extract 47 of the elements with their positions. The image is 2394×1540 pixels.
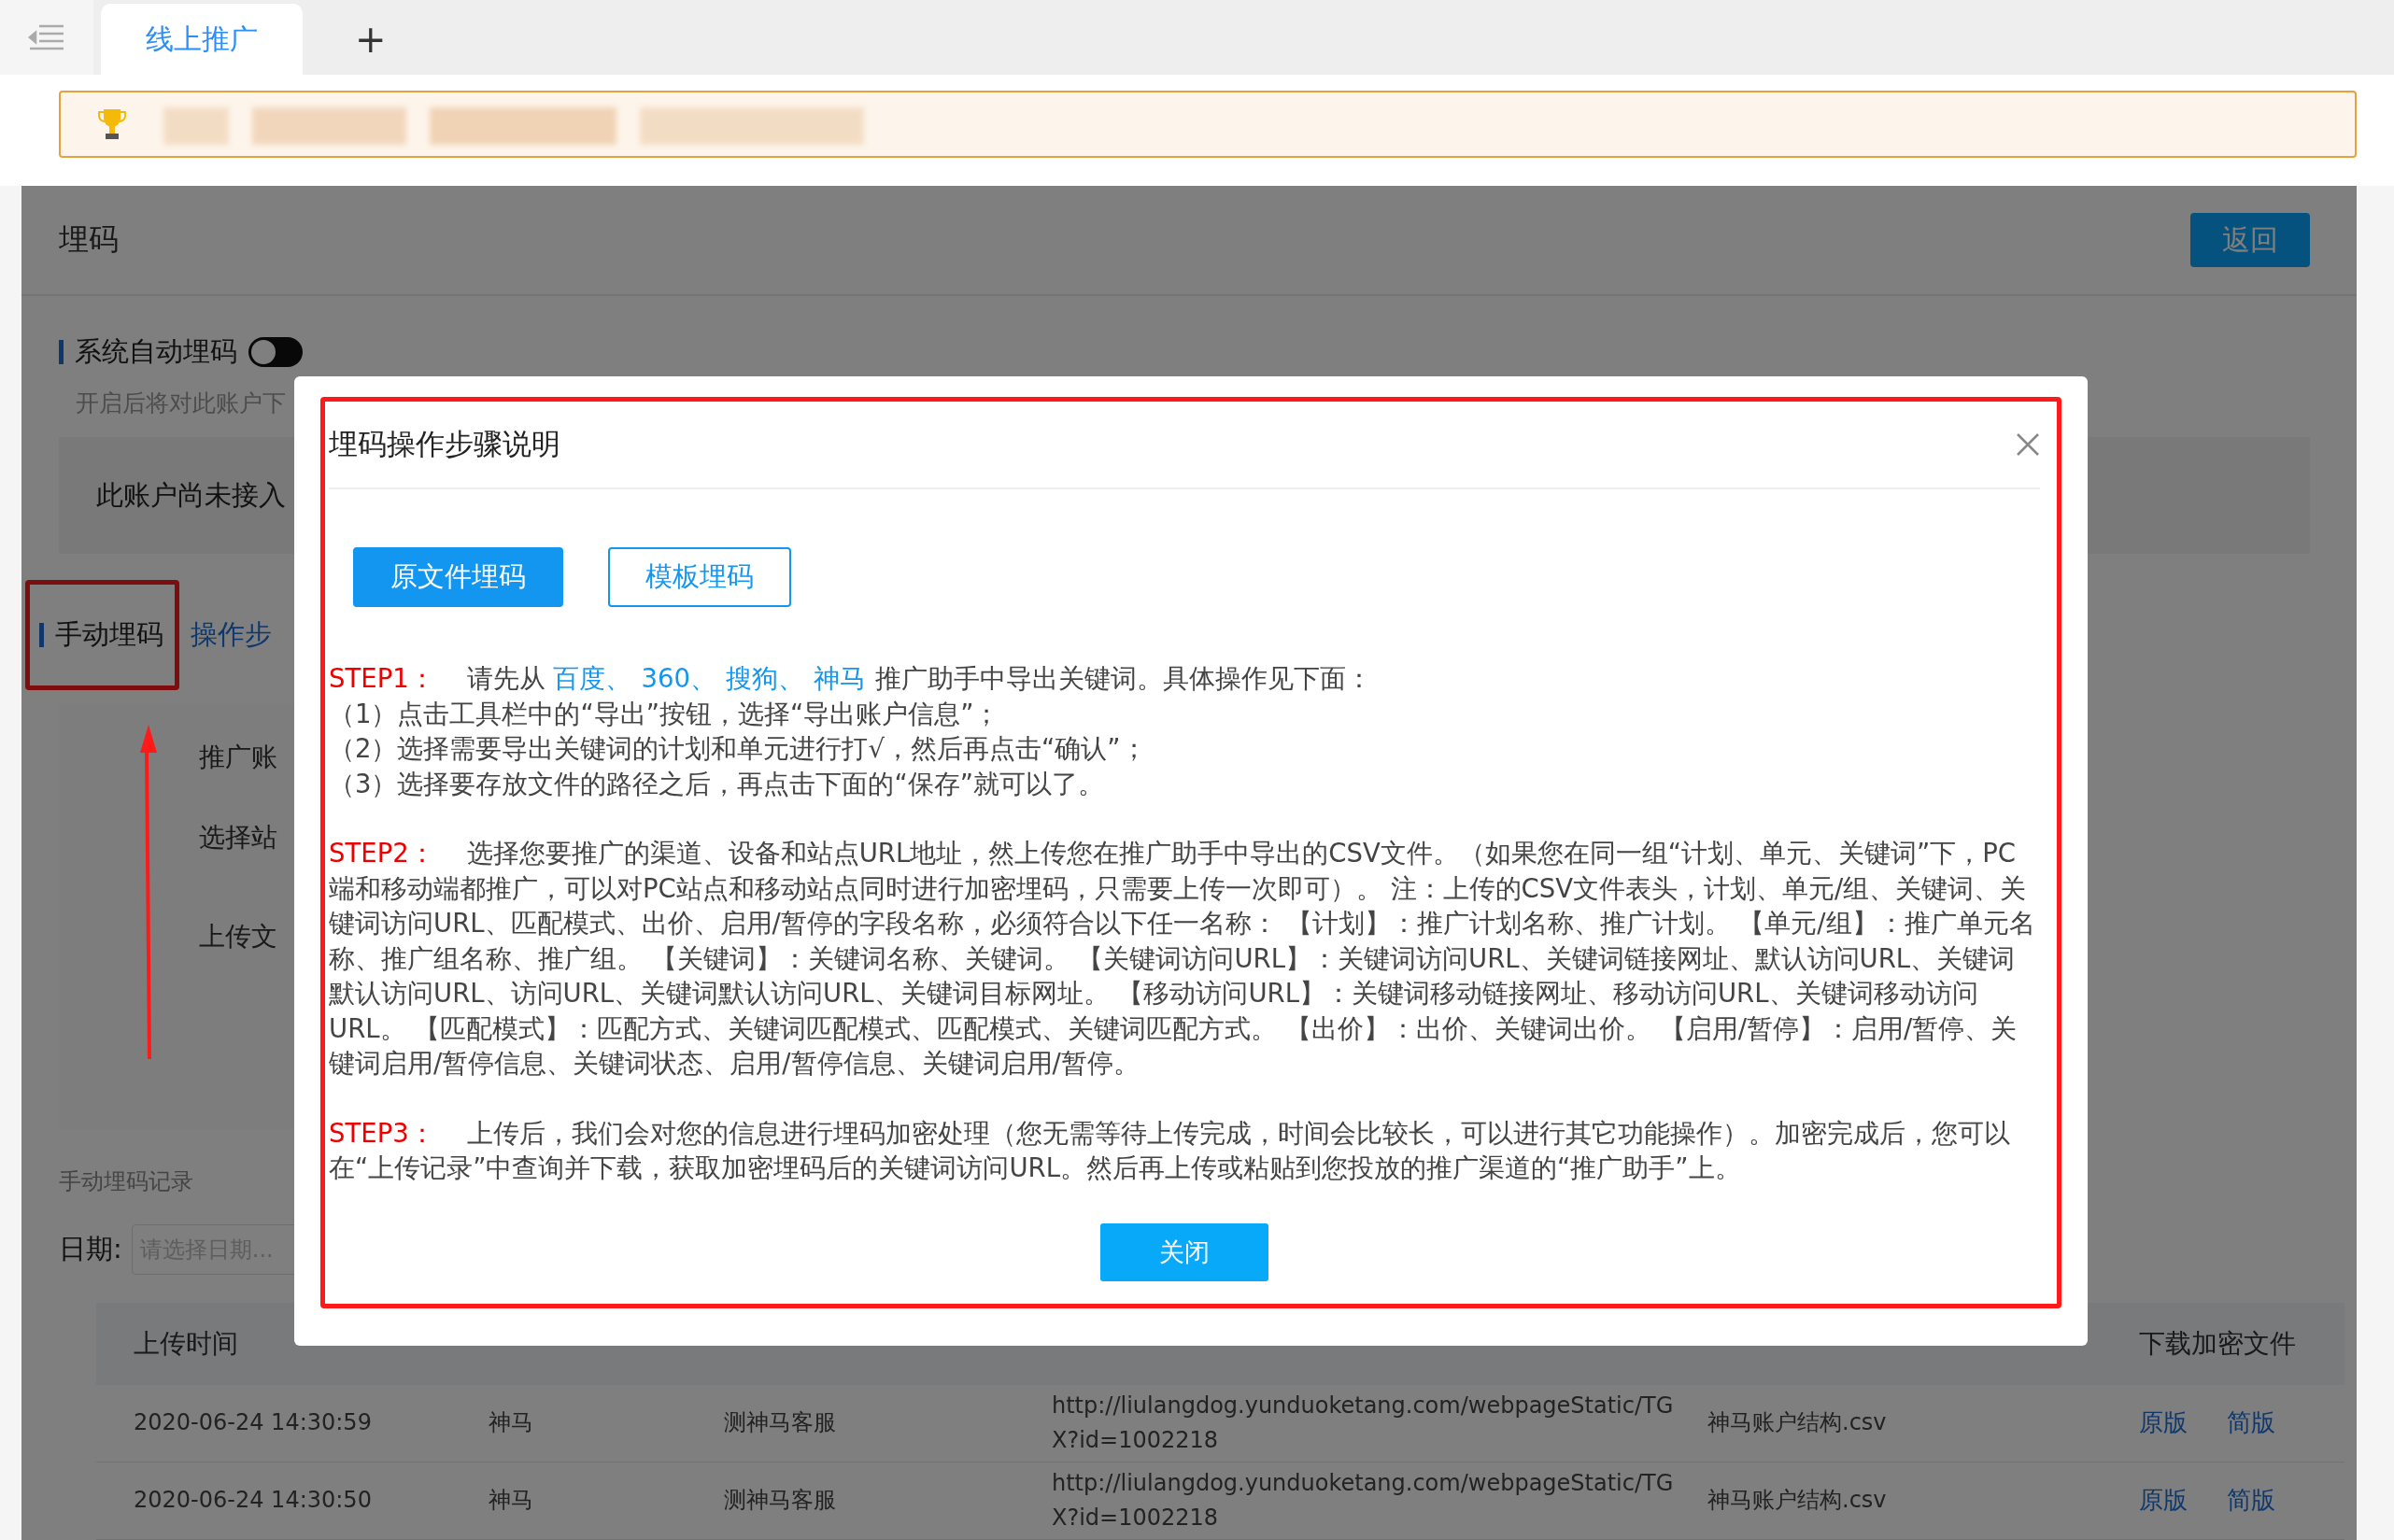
download-link[interactable]: 简版: [2227, 1406, 2275, 1440]
close-icon[interactable]: [2016, 432, 2040, 457]
section-caption: 手动埋码记录: [59, 1167, 193, 1196]
table-cell: 测神马客服: [707, 1462, 1035, 1540]
toggle-switch[interactable]: [248, 337, 303, 368]
step-line: （2）选择需要导出关键词的计划和单元进行打√，然后再点击“确认”；: [329, 732, 1148, 765]
step-paragraph: STEP2： 选择您要推广的渠道、设备和站点URL地址，然上传您在推广助手中导出的CSV文件。（如果您在同一组“计划、单元、关键词”下，PC端和移动端都推广，可以对PC站点和移动站点同时进行加密埋码，只需要上传一次即可）。 注：上传的CSV文件表头，计划、单元/组、关键词、关键词访问URL、匹配模式、出价、启用/暂停的字段名称，必须符合以下任一名称： 【计划】：推广计划名称、推广计划。 【单元/组】：推广单元名称、推广组名称、推广组。 【关键词】：关键词名称、关键词。 【关键词访问URL】：关键词访问URL、关键词链接网址、默认访问URL、关键词默认访问URL、访问URL、关键词默认访问URL、关键词目标网址。 【移动访问URL】：关键词移动链接网址、移动访问URL、关键词移动访问URL。 【匹配模式】：匹配方式、关键词匹配模式、匹配模式、关键词匹配方式。 【出价】：出价、关键词出价。 【启用/暂停】：启用/暂停、关键词启用/暂停信息、关键词状态、启用/暂停信息、关键词启用/暂停。: [329, 837, 2036, 1080]
mode-tab[interactable]: 原文件埋码: [353, 547, 563, 607]
page-title: 埋码: [59, 220, 119, 260]
section-marker: [39, 622, 44, 647]
table-cell: http://liulangdog.yunduoketang.com/webpageStatic/TGX?id=1002218: [1035, 1462, 1691, 1540]
dialog-title: 埋码操作步骤说明: [329, 426, 560, 462]
channel-link[interactable]: 百度、: [553, 663, 632, 693]
channel-link[interactable]: 360、: [641, 663, 716, 693]
step-line: （3）选择要存放文件的路径之后，再点击下面的“保存”就可以了。: [329, 767, 1105, 800]
form-label: 选择站: [199, 820, 277, 855]
step-line: （1）点击工具栏中的“导出”按钮，选择“导出账户信息”；: [329, 697, 1001, 730]
channel-link[interactable]: 神马: [813, 663, 866, 693]
download-link[interactable]: 原版: [2139, 1406, 2188, 1440]
section-marker: [59, 340, 64, 365]
guide-link[interactable]: 操作步: [191, 615, 272, 654]
table-cell: 神马账户结构.csv: [1691, 1385, 2102, 1462]
table-cell: 神马: [472, 1385, 707, 1462]
form-label: 推广账: [199, 740, 277, 774]
section-title: 系统自动埋码: [75, 334, 237, 370]
table-cell: 神马: [472, 1462, 707, 1540]
menu-icon[interactable]: [0, 0, 93, 75]
download-link[interactable]: 原版: [2139, 1484, 2188, 1518]
mode-tab[interactable]: 模板埋码: [608, 547, 791, 607]
table-cell: 测神马客服: [707, 1385, 1035, 1462]
add-tab-button[interactable]: +: [349, 4, 392, 75]
trophy-icon: [98, 107, 126, 141]
channel-link[interactable]: 搜狗、: [725, 663, 804, 693]
table-cell: 2020-06-24 14:30:59: [96, 1385, 472, 1462]
close-button[interactable]: 关闭: [1100, 1222, 1268, 1281]
form-label: 上传文: [199, 919, 277, 954]
download-link[interactable]: 简版: [2227, 1484, 2275, 1518]
date-label: 日期:: [59, 1232, 122, 1266]
info-text: 此账户尚未接入: [96, 477, 286, 513]
step-paragraph: STEP3： 上传后，我们会对您的信息进行埋码加密处理（您无需等待上传完成，时间会比较长，可以进行其它功能操作）。加密完成后，您可以在“上传记录”中查询并下载，获取加密埋码后的关键词访问URL。然后再上传或粘贴到您投放的推广渠道的“推广助手”上。: [329, 1116, 2011, 1184]
section-title: 手动埋码: [55, 616, 163, 652]
step-paragraph: STEP1： 请先从 百度、 360、 搜狗、 神马 推广助手中导出关键词。具体操作见下面：: [329, 662, 1373, 695]
back-button[interactable]: 返回: [2190, 213, 2310, 268]
table-cell: 神马账户结构.csv: [1691, 1462, 2102, 1540]
table-cell: 2020-06-24 14:30:50: [96, 1462, 472, 1540]
column-header: 下载加密文件: [2102, 1303, 2344, 1385]
tab[interactable]: 线上推广: [101, 4, 303, 75]
